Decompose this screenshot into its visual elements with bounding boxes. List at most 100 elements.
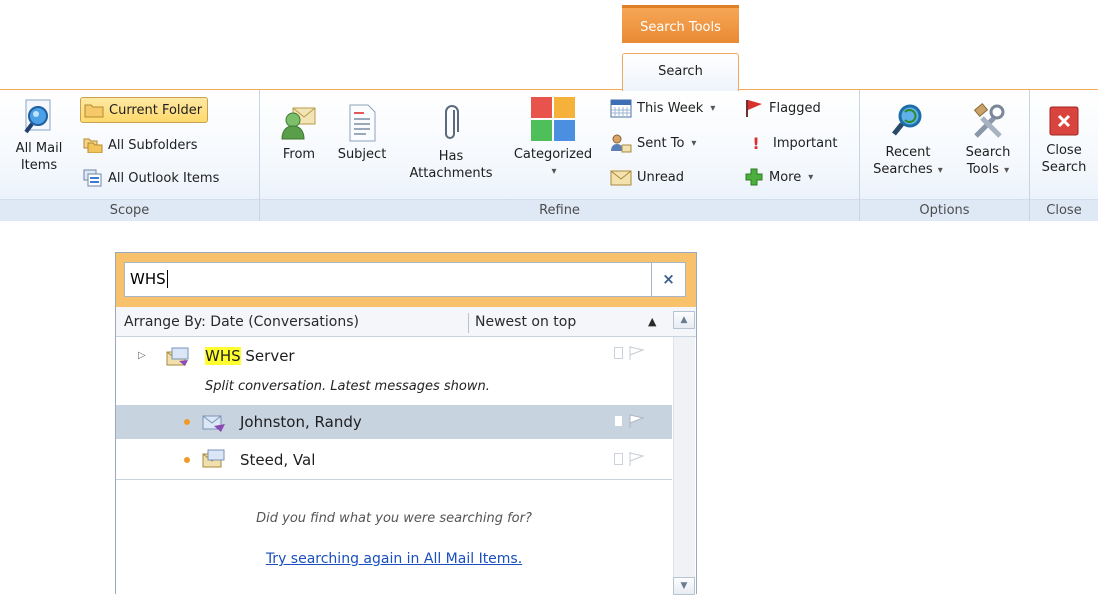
from-label: From bbox=[282, 147, 316, 162]
all-subfolders-label: All Subfolders bbox=[108, 137, 198, 153]
flag-outline-icon[interactable] bbox=[628, 345, 646, 361]
recent-searches-line1: Recent bbox=[885, 145, 931, 160]
close-group: Close Search Close bbox=[1030, 90, 1098, 221]
recent-searches-line2: Searches ▾ bbox=[873, 162, 943, 177]
important-label: Important bbox=[773, 135, 838, 151]
unread-dot bbox=[184, 457, 190, 463]
all-outlook-items-button[interactable]: All Outlook Items bbox=[83, 165, 219, 191]
search-hit-highlight: WHS bbox=[205, 347, 241, 365]
sent-to-icon bbox=[611, 134, 632, 153]
more-button[interactable]: More ▾ bbox=[744, 164, 813, 190]
all-mail-items-line1: All Mail bbox=[15, 141, 63, 156]
close-group-label: Close bbox=[1030, 199, 1098, 221]
outlook-items-icon bbox=[83, 169, 102, 187]
recent-searches-button[interactable]: Recent Searches ▾ bbox=[868, 102, 948, 179]
all-subfolders-button[interactable]: All Subfolders bbox=[83, 132, 198, 158]
search-tools-contextual-tab: Search Tools bbox=[622, 5, 739, 43]
unread-dot bbox=[184, 419, 190, 425]
conversation-subject-rest: Server bbox=[240, 347, 295, 365]
subject-button[interactable]: Subject bbox=[332, 104, 392, 163]
results-divider bbox=[116, 479, 672, 480]
scroll-up-button[interactable]: ▲ bbox=[673, 311, 695, 329]
unread-label: Unread bbox=[637, 169, 685, 185]
search-tools-dropdown-arrow: ▾ bbox=[1000, 165, 1010, 176]
message-envelope-icon bbox=[202, 415, 225, 432]
current-folder-label: Current Folder bbox=[109, 102, 203, 118]
ribbon: All Mail Items Current Folder All Subfol… bbox=[0, 89, 1098, 221]
calendar-icon bbox=[610, 99, 632, 118]
sent-to-dropdown-arrow: ▾ bbox=[691, 137, 697, 149]
close-search-line1: Close bbox=[1046, 143, 1082, 158]
message-row[interactable]: Johnston, Randy bbox=[116, 405, 672, 439]
tools-icon bbox=[973, 103, 1005, 138]
categorized-label: Categorized bbox=[513, 147, 593, 162]
message-row[interactable]: Steed, Val bbox=[116, 443, 672, 477]
magnifier-icon bbox=[24, 99, 51, 134]
red-flag-icon bbox=[746, 100, 762, 117]
scrollbar-track[interactable] bbox=[673, 337, 695, 595]
has-attachments-line2: Attachments bbox=[409, 166, 493, 181]
has-attachments-button[interactable]: Has Attachments bbox=[398, 104, 504, 182]
unread-button[interactable]: Unread bbox=[610, 164, 684, 190]
category-box[interactable] bbox=[614, 347, 623, 359]
close-search-button[interactable]: Close Search bbox=[1036, 106, 1092, 176]
from-button[interactable]: From bbox=[274, 104, 324, 163]
category-box[interactable] bbox=[614, 415, 623, 427]
did-you-find-prompt: Did you find what you were searching for… bbox=[256, 511, 532, 526]
refine-group-label: Refine bbox=[260, 199, 859, 221]
close-red-x-icon bbox=[1049, 106, 1079, 136]
recent-searches-dropdown-arrow: ▾ bbox=[934, 165, 943, 176]
categorized-button[interactable]: Categorized ▾ bbox=[506, 96, 600, 180]
split-conversation-note: Split conversation. Latest messages show… bbox=[205, 379, 490, 394]
search-again-link[interactable]: Try searching again in All Mail Items. bbox=[116, 551, 672, 567]
clear-search-button[interactable]: × bbox=[652, 262, 686, 297]
search-tools-button[interactable]: Search Tools ▾ bbox=[952, 102, 1024, 179]
from-person-icon bbox=[281, 107, 316, 140]
arrange-by-label[interactable]: Arrange By: Date (Conversations) bbox=[124, 307, 359, 337]
category-box[interactable] bbox=[614, 453, 623, 465]
this-week-dropdown-arrow: ▾ bbox=[710, 102, 716, 114]
header-divider bbox=[468, 313, 469, 333]
all-mail-items-line2: Items bbox=[20, 158, 58, 173]
this-week-button[interactable]: This Week ▾ bbox=[610, 95, 715, 121]
options-group: Recent Searches ▾ Search Tools ▾ Options bbox=[860, 90, 1030, 221]
more-label: More bbox=[769, 169, 802, 185]
has-attachments-line1: Has bbox=[438, 149, 464, 164]
subfolders-icon bbox=[83, 138, 103, 153]
flagged-label: Flagged bbox=[769, 100, 821, 116]
all-mail-items-button[interactable]: All Mail Items bbox=[10, 98, 68, 174]
message-sender: Johnston, Randy bbox=[240, 413, 362, 431]
unread-envelope-icon bbox=[610, 170, 632, 186]
options-group-label: Options bbox=[860, 199, 1029, 221]
important-button[interactable]: ! Important bbox=[748, 130, 837, 156]
search-results-pane: WHS × Arrange By: Date (Conversations) Ne… bbox=[115, 252, 697, 595]
refine-group: From Subject Has Attachments Categorized… bbox=[260, 90, 860, 221]
search-input[interactable]: WHS bbox=[124, 262, 652, 297]
tab-search[interactable]: Search bbox=[622, 53, 739, 91]
conversation-envelope-icon bbox=[166, 347, 189, 366]
search-query: WHS bbox=[130, 270, 166, 288]
sent-to-button[interactable]: Sent To ▾ bbox=[610, 130, 696, 156]
sort-order-label[interactable]: Newest on top bbox=[475, 307, 576, 337]
sort-ascending-icon[interactable]: ▲ bbox=[648, 307, 656, 337]
scroll-down-button[interactable]: ▼ bbox=[673, 577, 695, 595]
subject-document-icon bbox=[349, 104, 376, 142]
all-outlook-items-label: All Outlook Items bbox=[108, 170, 220, 186]
expand-triangle-icon[interactable]: ▷ bbox=[138, 350, 146, 361]
flag-outline-icon[interactable] bbox=[628, 413, 646, 429]
sent-to-label: Sent To bbox=[637, 135, 685, 151]
message-sender: Steed, Val bbox=[240, 451, 316, 469]
scope-group-label: Scope bbox=[0, 199, 259, 221]
arrange-by-header[interactable]: Arrange By: Date (Conversations) Newest … bbox=[116, 307, 696, 337]
message-envelope-icon bbox=[202, 449, 225, 468]
current-folder-button[interactable]: Current Folder bbox=[80, 97, 209, 123]
scope-group: All Mail Items Current Folder All Subfol… bbox=[0, 90, 260, 221]
flag-outline-icon[interactable] bbox=[628, 451, 646, 467]
flagged-button[interactable]: Flagged bbox=[744, 95, 821, 121]
green-plus-icon bbox=[745, 168, 763, 186]
categorized-dropdown-arrow: ▾ bbox=[551, 166, 557, 177]
important-icon: ! bbox=[752, 133, 760, 153]
close-search-line2: Search bbox=[1041, 160, 1087, 175]
folder-icon bbox=[84, 104, 104, 118]
paperclip-icon bbox=[445, 105, 459, 139]
